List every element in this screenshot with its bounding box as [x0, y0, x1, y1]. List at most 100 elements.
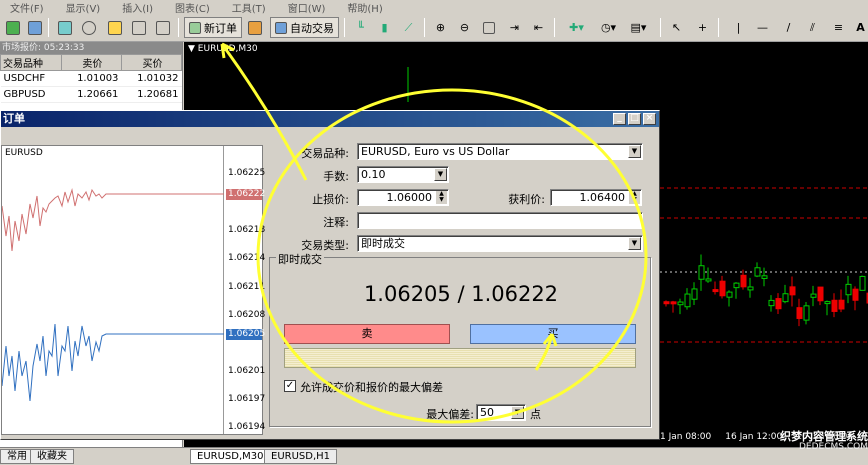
new-chart-icon[interactable]	[2, 17, 23, 38]
chevron-down-icon[interactable]: ▼	[628, 237, 641, 250]
order-type-select[interactable]: 即时成交 ▼	[357, 235, 643, 252]
close-button[interactable]: ×	[643, 113, 656, 125]
expert-icon[interactable]	[244, 17, 265, 38]
execution-progress-bar	[284, 348, 636, 368]
auto-scroll-icon[interactable]: ⇥	[504, 17, 525, 38]
tile-windows-icon[interactable]	[478, 17, 499, 38]
y-tick-label: 1.06208	[228, 310, 266, 320]
line-chart-icon[interactable]: ⟋	[398, 17, 419, 38]
chevron-down-icon[interactable]: ▼	[628, 145, 641, 158]
terminal-icon[interactable]	[128, 17, 149, 38]
ask-cell: 1.01032	[121, 70, 182, 87]
price-display: 1.06205 / 1.06222	[363, 282, 559, 306]
trendline-icon[interactable]: /	[778, 17, 799, 38]
deviation-checkbox-label: 允许成交价和报价的最大偏差	[300, 381, 443, 394]
candle-body	[852, 288, 859, 301]
col-bid[interactable]: 卖价	[60, 54, 122, 71]
bar-chart-icon[interactable]: ╙	[350, 17, 371, 38]
candle-body	[782, 293, 789, 303]
channel-icon[interactable]: ⫽	[802, 17, 823, 38]
col-ask[interactable]: 买价	[120, 54, 183, 71]
take-profit-input[interactable]: 1.06400 ▲ ▼	[550, 189, 642, 206]
zoom-in-icon[interactable]: ⊕	[430, 17, 451, 38]
market-watch-icon[interactable]	[54, 17, 75, 38]
deviation-checkbox[interactable]: ✓	[284, 380, 296, 392]
candle-body	[803, 305, 810, 321]
col-symbol[interactable]: 交易品种	[0, 54, 62, 71]
menu-window[interactable]: 窗口(W)	[288, 0, 326, 15]
indicators-icon[interactable]: ✚▾	[566, 17, 587, 38]
text-tool-icon[interactable]: A	[850, 17, 868, 38]
group-label: 即时成交	[276, 251, 324, 267]
volume-label: 手数:	[323, 170, 349, 183]
cursor-icon[interactable]: ↖	[666, 17, 687, 38]
candles	[663, 254, 868, 327]
candle-body	[845, 283, 852, 296]
candle-body	[761, 275, 768, 279]
candle-body	[677, 301, 684, 306]
crosshair-icon[interactable]: +	[692, 17, 713, 38]
menu-help[interactable]: 帮助(H)	[347, 0, 382, 15]
sell-button[interactable]: 卖	[284, 324, 450, 344]
volume-select[interactable]: 0.10 ▼	[357, 166, 449, 183]
minimize-button[interactable]: _	[613, 113, 626, 125]
candle-body	[789, 286, 796, 296]
symbol-label: 交易品种:	[301, 147, 349, 160]
symbol-cell: GBPUSD	[0, 86, 62, 103]
candle-chart-icon[interactable]: ▮	[374, 17, 395, 38]
horizontal-line-icon[interactable]: —	[752, 17, 773, 38]
ask-line	[1, 323, 224, 402]
chevron-down-icon[interactable]: ▼	[434, 168, 447, 181]
menu-charts[interactable]: 图表(C)	[175, 0, 210, 15]
max-deviation-select[interactable]: 50 ▼	[476, 404, 526, 421]
ask-price-tag: 1.06205	[226, 329, 266, 340]
profiles-icon[interactable]	[24, 17, 45, 38]
new-order-button[interactable]: 新订单	[184, 17, 242, 38]
bid-cell: 1.01003	[61, 70, 122, 87]
table-row[interactable]: GBPUSD 1.20661 1.20681	[0, 86, 182, 103]
zoom-out-icon[interactable]: ⊖	[454, 17, 475, 38]
menu-bar: 文件(F) 显示(V) 插入(I) 图表(C) 工具(T) 窗口(W) 帮助(H…	[0, 0, 868, 15]
chevron-down-icon[interactable]: ▼	[511, 406, 524, 419]
tab-favorites[interactable]: 收藏夹	[30, 449, 74, 464]
tab-chart-eurusd-h1[interactable]: EURUSD,H1	[264, 449, 338, 464]
periods-icon[interactable]: ◷▾	[598, 17, 619, 38]
favorites-icon[interactable]	[104, 17, 125, 38]
menu-file[interactable]: 文件(F)	[10, 0, 44, 15]
stepper-icon[interactable]: ▲ ▼	[436, 191, 447, 204]
navigator-icon[interactable]	[78, 17, 99, 38]
symbol-select-value: EURUSD, Euro vs US Dollar	[361, 145, 510, 158]
candle-body	[824, 301, 831, 305]
stop-loss-input[interactable]: 1.06000 ▲ ▼	[357, 189, 449, 206]
new-order-icon	[189, 21, 201, 34]
tab-common[interactable]: 常用	[0, 449, 34, 464]
menu-view[interactable]: 显示(V)	[66, 0, 101, 15]
table-row[interactable]: USDCHF 1.01003 1.01032	[0, 70, 182, 87]
comment-input[interactable]	[357, 212, 643, 229]
buy-button[interactable]: 买	[470, 324, 636, 344]
y-tick-label: 1.06214	[228, 253, 266, 263]
candle-body	[712, 289, 719, 293]
maximize-button[interactable]: □	[628, 113, 641, 125]
order-dialog: 订单 _ □ × EURUSD 1.06225 1.06222 1.06218 …	[0, 110, 660, 440]
symbol-select[interactable]: EURUSD, Euro vs US Dollar ▼	[357, 143, 643, 160]
chart-shift-icon[interactable]: ⇤	[528, 17, 549, 38]
auto-trade-button[interactable]: 自动交易	[270, 17, 339, 38]
candle-body	[733, 282, 740, 289]
menu-insert[interactable]: 插入(I)	[122, 0, 153, 15]
y-tick-label: 1.06225	[228, 168, 266, 178]
dialog-title-bar[interactable]: 订单 _ □ ×	[1, 111, 659, 127]
order-type-value: 即时成交	[361, 237, 405, 250]
templates-icon[interactable]: ▤▾	[628, 17, 649, 38]
candle-body	[698, 265, 705, 280]
tab-chart-eurusd-m30[interactable]: EURUSD,M30	[190, 449, 271, 464]
vertical-line-icon[interactable]: |	[728, 17, 749, 38]
toolbar: 新订单 自动交易 ╙ ▮ ⟋ ⊕ ⊖ ⇥ ⇤ ✚▾ ◷▾ ▤▾ ↖ + | — …	[0, 14, 868, 42]
stop-loss-value: 1.06000	[386, 191, 433, 204]
stepper-icon[interactable]: ▲ ▼	[629, 191, 640, 204]
candle-body	[831, 299, 838, 312]
tester-icon[interactable]	[152, 17, 173, 38]
fibonacci-icon[interactable]: ≡	[828, 17, 849, 38]
menu-tools[interactable]: 工具(T)	[232, 0, 266, 15]
bid-cell: 1.20661	[61, 86, 122, 103]
